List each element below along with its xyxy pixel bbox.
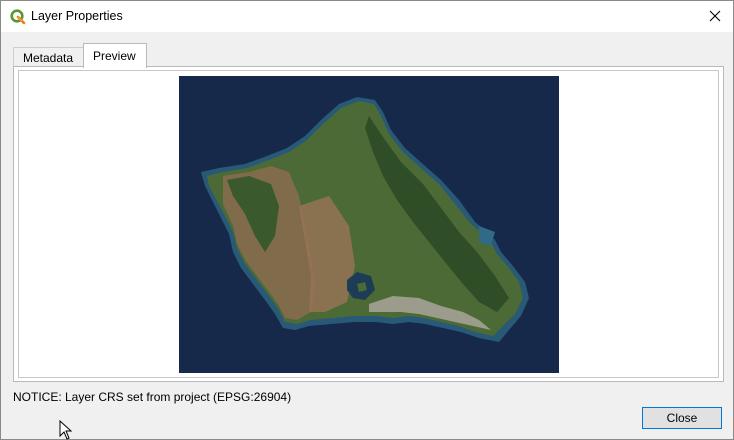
close-window-button[interactable] <box>703 5 727 27</box>
crs-notice: NOTICE: Layer CRS set from project (EPSG… <box>13 390 292 404</box>
qgis-logo-icon <box>10 9 26 25</box>
layer-properties-dialog: Layer Properties Metadata Preview NOTICE… <box>0 0 734 440</box>
mouse-cursor-icon <box>59 420 73 440</box>
tab-preview[interactable]: Preview <box>83 43 147 68</box>
tab-metadata-label: Metadata <box>23 51 74 65</box>
tab-preview-label: Preview <box>93 49 136 63</box>
raster-preview-image <box>179 76 559 373</box>
close-icon <box>709 10 721 22</box>
title-bar: Layer Properties <box>1 1 733 32</box>
preview-panel <box>13 66 724 382</box>
preview-frame <box>18 70 719 378</box>
tab-metadata[interactable]: Metadata <box>13 47 85 68</box>
window-title: Layer Properties <box>31 9 123 23</box>
close-button[interactable]: Close <box>642 407 722 429</box>
